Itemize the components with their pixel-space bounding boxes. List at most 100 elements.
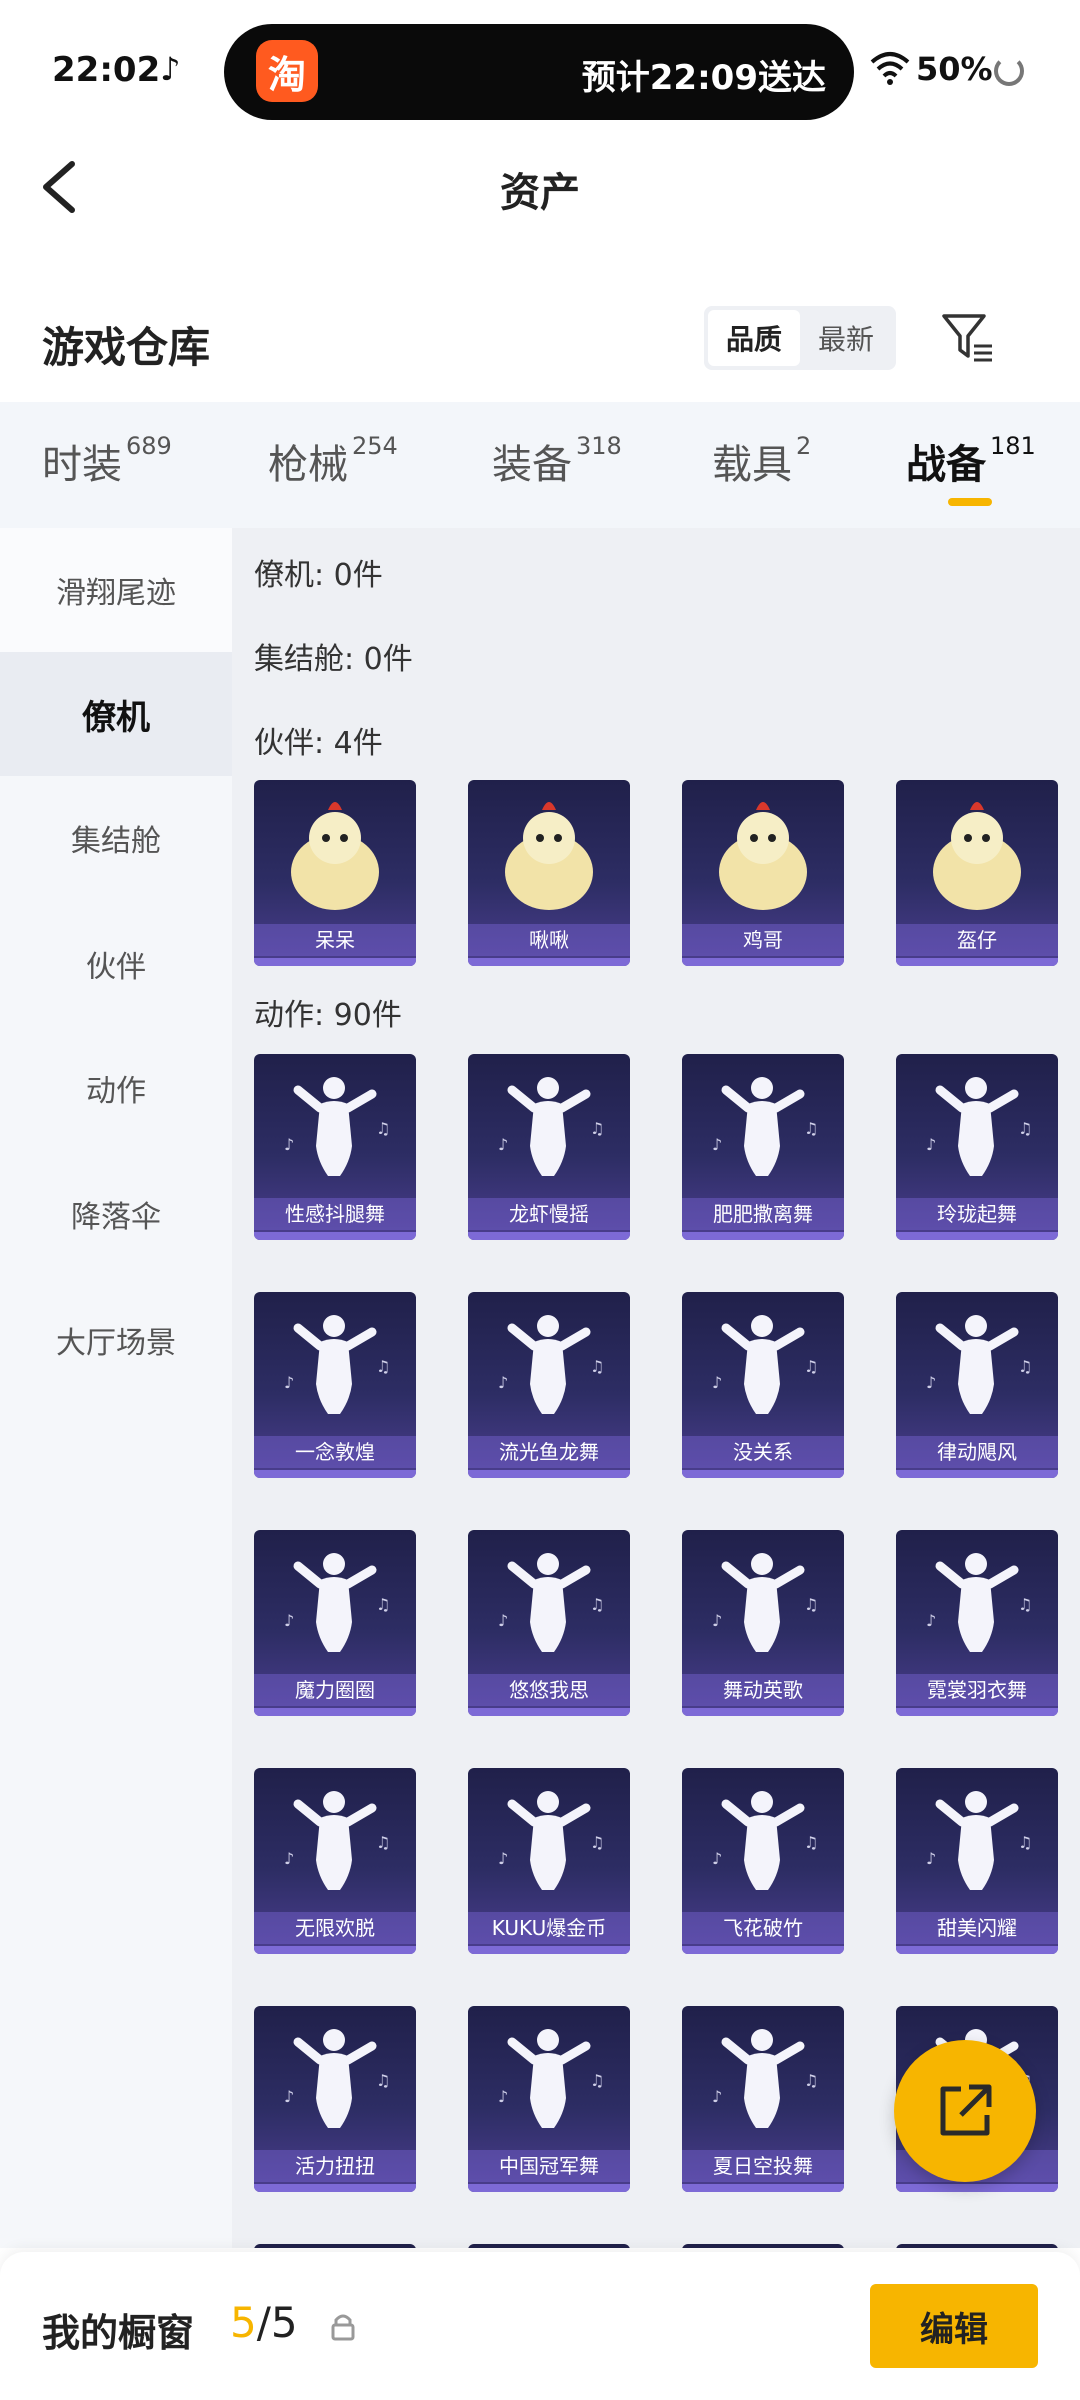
tab-combat-gear[interactable]: 战备 181 [906, 432, 1036, 490]
svg-text:♫: ♫ [376, 1119, 390, 1138]
tab-equipment[interactable]: 装备 318 [492, 432, 622, 490]
bottom-bar: 我的橱窗 5/5 编辑 [0, 2252, 1080, 2400]
share-button[interactable] [894, 2040, 1036, 2182]
delivery-eta: 预计22:09送达 [581, 58, 826, 98]
tile-label: 肥肥撒离舞 [682, 1198, 844, 1230]
group-title-wingman: 僚机: 0件 [254, 558, 383, 593]
tab-count: 2 [796, 432, 812, 460]
showcase-count: 5/5 [230, 2298, 298, 2347]
dance-figure-icon: ♪♫ [284, 1077, 390, 1176]
side-item-rally-pod[interactable]: 集结舱 [0, 776, 232, 900]
action-tile[interactable]: ♪ ♫ 无限欢脱 [254, 1768, 416, 1954]
tile-label: 龙虾慢摇 [468, 1198, 630, 1230]
action-tile[interactable]: ♪ ♫ 夏日空投舞 [682, 2006, 844, 2192]
dance-figure-icon: ♪♫ [498, 1315, 604, 1414]
svg-text:♪: ♪ [926, 1611, 936, 1630]
sort-newest-button[interactable]: 最新 [800, 310, 892, 366]
action-tile[interactable] [682, 2244, 844, 2248]
dance-figure-icon: ♪♫ [284, 1791, 390, 1890]
action-tile[interactable]: ♪ ♫ 玲珑起舞 [896, 1054, 1058, 1240]
action-tile[interactable] [896, 2244, 1058, 2248]
pet-icon [291, 802, 379, 910]
dance-figure-icon: ♪♫ [498, 1791, 604, 1890]
tile-label: KUKU爆金币 [468, 1912, 630, 1944]
dance-figure-icon: ♪♫ [284, 1315, 390, 1414]
edit-button[interactable]: 编辑 [870, 2284, 1038, 2368]
tile-label: 鸡哥 [682, 924, 844, 956]
action-tile[interactable]: ♪ ♫ 魔力圈圈 [254, 1530, 416, 1716]
action-tile[interactable]: ♪ ♫ 没关系 [682, 1292, 844, 1478]
svg-text:♫: ♫ [590, 2071, 604, 2090]
svg-text:♪: ♪ [926, 1849, 936, 1868]
battery-level: 50% [916, 50, 993, 88]
action-tile[interactable]: ♪ ♫ 活力扭扭 [254, 2006, 416, 2192]
action-tile[interactable]: ♪ ♫ 中国冠军舞 [468, 2006, 630, 2192]
tab-count: 318 [576, 432, 622, 460]
active-tab-indicator [948, 498, 992, 506]
action-tile[interactable]: ♪ ♫ 飞花破竹 [682, 1768, 844, 1954]
svg-text:♫: ♫ [804, 2071, 818, 2090]
tiktok-icon: ♪ [160, 50, 181, 88]
svg-text:♪: ♪ [498, 1135, 508, 1154]
group-title-rally-pod: 集结舱: 0件 [254, 642, 413, 677]
page-title: 资产 [500, 170, 580, 216]
svg-text:♪: ♪ [712, 1849, 722, 1868]
action-tile[interactable]: ♪ ♫ 流光鱼龙舞 [468, 1292, 630, 1478]
tab-label: 时装 [42, 442, 122, 488]
showcase-count-total: /5 [256, 2298, 298, 2347]
action-tile[interactable]: ♪ ♫ KUKU爆金币 [468, 1768, 630, 1954]
tile-label: 流光鱼龙舞 [468, 1436, 630, 1468]
svg-text:♫: ♫ [376, 1595, 390, 1614]
side-item-glide-trail[interactable]: 滑翔尾迹 [0, 528, 232, 652]
action-tile[interactable]: ♪ ♫ 霓裳羽衣舞 [896, 1530, 1058, 1716]
dance-figure-icon: ♪♫ [284, 2029, 390, 2128]
svg-text:♫: ♫ [804, 1595, 818, 1614]
partner-tile[interactable]: 呆呆 [254, 780, 416, 966]
action-tile[interactable]: ♪ ♫ 龙虾慢摇 [468, 1054, 630, 1240]
dance-figure-icon: ♪♫ [284, 1553, 390, 1652]
tile-label: 律动飓风 [896, 1436, 1058, 1468]
section-header: 游戏仓库 品质 最新 [0, 290, 1080, 400]
svg-text:♪: ♪ [284, 1373, 294, 1392]
action-tile[interactable] [254, 2244, 416, 2248]
tile-label: 甜美闪耀 [896, 1912, 1058, 1944]
action-tile[interactable]: ♪ ♫ 肥肥撒离舞 [682, 1054, 844, 1240]
tile-label: 一念敦煌 [254, 1436, 416, 1468]
live-activity-pill[interactable]: 淘 预计22:09送达 [224, 24, 854, 120]
svg-text:♫: ♫ [1018, 1833, 1032, 1852]
action-tile[interactable]: ♪ ♫ 舞动英歌 [682, 1530, 844, 1716]
action-tile[interactable] [468, 2244, 630, 2248]
action-tile[interactable]: ♪ ♫ 悠悠我思 [468, 1530, 630, 1716]
tile-label: 啾啾 [468, 924, 630, 956]
action-tile[interactable]: ♪ ♫ 甜美闪耀 [896, 1768, 1058, 1954]
side-item-parachute[interactable]: 降落伞 [0, 1152, 232, 1276]
side-item-wingman[interactable]: 僚机 [0, 652, 232, 776]
tab-vehicles[interactable]: 载具 2 [712, 432, 811, 490]
partner-tile[interactable]: 盔仔 [896, 780, 1058, 966]
pet-icon [933, 802, 1021, 910]
action-tile[interactable]: ♪ ♫ 律动飓风 [896, 1292, 1058, 1478]
svg-text:♪: ♪ [926, 1373, 936, 1392]
svg-text:♪: ♪ [284, 1135, 294, 1154]
tab-count: 689 [126, 432, 172, 460]
side-item-action[interactable]: 动作 [0, 1026, 232, 1150]
svg-text:♫: ♫ [376, 2071, 390, 2090]
filter-icon[interactable] [940, 310, 996, 366]
tab-fashion[interactable]: 时装 689 [42, 432, 172, 490]
svg-text:♫: ♫ [590, 1357, 604, 1376]
side-item-partner[interactable]: 伙伴 [0, 902, 232, 1026]
tab-label: 载具 [712, 442, 792, 488]
action-tile[interactable]: ♪ ♫ 性感抖腿舞 [254, 1054, 416, 1240]
action-tile[interactable]: ♪ ♫ 一念敦煌 [254, 1292, 416, 1478]
side-item-lobby-scene[interactable]: 大厅场景 [0, 1278, 232, 1402]
tab-guns[interactable]: 枪械 254 [268, 432, 398, 490]
partner-tile[interactable]: 鸡哥 [682, 780, 844, 966]
dance-figure-icon: ♪♫ [712, 1315, 818, 1414]
dance-figure-icon: ♪♫ [926, 1553, 1032, 1652]
category-tabs: 时装 689 枪械 254 装备 318 载具 2 战备 181 [0, 402, 1080, 528]
svg-text:♫: ♫ [1018, 1357, 1032, 1376]
dance-figure-icon: ♪♫ [498, 1553, 604, 1652]
sort-quality-button[interactable]: 品质 [708, 310, 800, 366]
tile-label: 魔力圈圈 [254, 1674, 416, 1706]
partner-tile[interactable]: 啾啾 [468, 780, 630, 966]
